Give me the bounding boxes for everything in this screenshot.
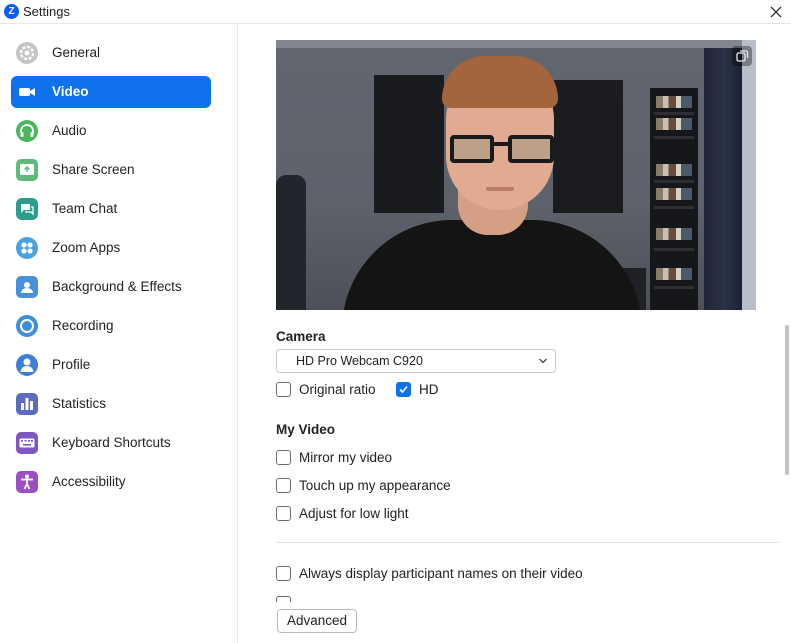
- share-screen-icon: [16, 159, 38, 181]
- sidebar-item-label: Video: [52, 84, 89, 99]
- sidebar-item-general[interactable]: General: [11, 37, 211, 69]
- sidebar-item-audio[interactable]: Audio: [11, 115, 211, 147]
- original-ratio-checkbox[interactable]: [276, 382, 291, 397]
- sidebar-item-background-effects[interactable]: Background & Effects: [11, 271, 211, 303]
- original-ratio-label: Original ratio: [299, 382, 376, 397]
- guitar-case: [276, 175, 306, 310]
- chat-bubble-icon: [16, 198, 38, 220]
- recording-icon: [16, 315, 38, 337]
- touch-up-option[interactable]: Touch up my appearance: [276, 477, 476, 495]
- curtain: [704, 48, 744, 310]
- books: [656, 96, 692, 108]
- person-hair: [442, 56, 558, 108]
- next-option-checkbox[interactable]: [276, 596, 291, 602]
- display-names-option[interactable]: Always display participant names on thei…: [276, 565, 596, 583]
- checkmark-icon: [399, 385, 408, 394]
- sidebar-item-zoom-apps[interactable]: Zoom Apps: [11, 232, 211, 264]
- close-button[interactable]: [765, 1, 787, 23]
- sidebar-item-statistics[interactable]: Statistics: [11, 388, 211, 420]
- sidebar-item-label: Team Chat: [52, 201, 118, 216]
- sidebar-item-label: Background & Effects: [52, 279, 182, 294]
- sidebar-item-profile[interactable]: Profile: [11, 349, 211, 381]
- keyboard-icon: [16, 432, 38, 454]
- accessibility-icon: [16, 471, 38, 493]
- window-light: [742, 40, 756, 310]
- sidebar-item-accessibility[interactable]: Accessibility: [11, 466, 211, 498]
- video-settings-panel: Camera HD Pro Webcam C920 Original ratio…: [239, 25, 791, 643]
- books: [656, 228, 692, 240]
- camera-select[interactable]: HD Pro Webcam C920: [276, 349, 556, 373]
- books: [656, 164, 692, 176]
- shelf-board: [654, 248, 694, 251]
- books: [656, 268, 692, 280]
- sidebar-item-label: Zoom Apps: [52, 240, 121, 255]
- scrollbar-thumb[interactable]: [785, 325, 789, 475]
- sidebar-item-label: Profile: [52, 357, 91, 372]
- rotate-camera-icon: [736, 50, 749, 62]
- sidebar-item-label: Audio: [52, 123, 87, 138]
- touch-up-checkbox[interactable]: [276, 478, 291, 493]
- bar-chart-icon: [16, 393, 38, 415]
- camera-heading: Camera: [276, 329, 326, 344]
- acoustic-panel-left: [374, 75, 444, 213]
- shelf-board: [654, 206, 694, 209]
- touch-up-label: Touch up my appearance: [299, 478, 451, 493]
- shelf-board: [654, 286, 694, 289]
- gear-icon: [16, 42, 38, 64]
- original-ratio-option[interactable]: Original ratio: [276, 381, 386, 399]
- display-names-checkbox[interactable]: [276, 566, 291, 581]
- my-video-heading: My Video: [276, 422, 336, 437]
- sidebar-item-label: Keyboard Shortcuts: [52, 435, 171, 450]
- hd-label: HD: [419, 382, 439, 397]
- person-mouth: [486, 187, 514, 191]
- video-preview: [276, 40, 756, 310]
- camera-select-value: HD Pro Webcam C920: [296, 354, 423, 368]
- vertical-scrollbar[interactable]: [783, 25, 791, 643]
- bookshelf: [650, 88, 698, 310]
- chevron-down-icon: [538, 357, 548, 365]
- acoustic-panel-right: [553, 80, 623, 213]
- display-names-label: Always display participant names on thei…: [299, 566, 583, 581]
- background-person-icon: [16, 276, 38, 298]
- advanced-button[interactable]: Advanced: [277, 609, 357, 633]
- sidebar-item-label: Accessibility: [52, 474, 126, 489]
- rotate-camera-button[interactable]: [732, 46, 752, 66]
- profile-person-icon: [16, 354, 38, 376]
- sidebar-item-recording[interactable]: Recording: [11, 310, 211, 342]
- shelf-board: [654, 180, 694, 183]
- sidebar-item-label: General: [52, 45, 101, 60]
- sidebar-item-video[interactable]: Video: [11, 76, 211, 108]
- low-light-checkbox[interactable]: [276, 506, 291, 521]
- zoom-logo-icon: Z: [4, 4, 19, 19]
- sidebar-item-keyboard-shortcuts[interactable]: Keyboard Shortcuts: [11, 427, 211, 459]
- sidebar-item-team-chat[interactable]: Team Chat: [11, 193, 211, 225]
- books: [656, 118, 692, 130]
- title-bar: Z Settings: [0, 0, 791, 24]
- sidebar-item-label: Recording: [52, 318, 114, 333]
- section-divider: [276, 542, 779, 543]
- mirror-video-label: Mirror my video: [299, 450, 393, 465]
- shelf-board: [654, 136, 694, 139]
- headphones-icon: [16, 120, 38, 142]
- glasses-lens-right: [508, 135, 554, 163]
- apps-icon: [16, 237, 38, 259]
- hd-option[interactable]: HD: [396, 381, 446, 399]
- video-camera-icon: [16, 81, 38, 103]
- sidebar-item-label: Statistics: [52, 396, 107, 411]
- sidebar-item-share-screen[interactable]: Share Screen: [11, 154, 211, 186]
- close-icon: [770, 6, 782, 18]
- mirror-video-option[interactable]: Mirror my video: [276, 449, 476, 467]
- ceiling: [276, 40, 756, 48]
- glasses-bridge: [492, 142, 510, 146]
- window-title: Settings: [23, 4, 70, 19]
- settings-sidebar: General Video Audio Share Screen Team Ch…: [0, 25, 238, 643]
- sidebar-item-label: Share Screen: [52, 162, 135, 177]
- hd-checkbox[interactable]: [396, 382, 411, 397]
- low-light-option[interactable]: Adjust for low light: [276, 505, 476, 523]
- glasses-lens-left: [450, 135, 494, 163]
- low-light-label: Adjust for low light: [299, 506, 409, 521]
- books: [656, 188, 692, 200]
- shelf-board: [654, 112, 694, 115]
- mirror-video-checkbox[interactable]: [276, 450, 291, 465]
